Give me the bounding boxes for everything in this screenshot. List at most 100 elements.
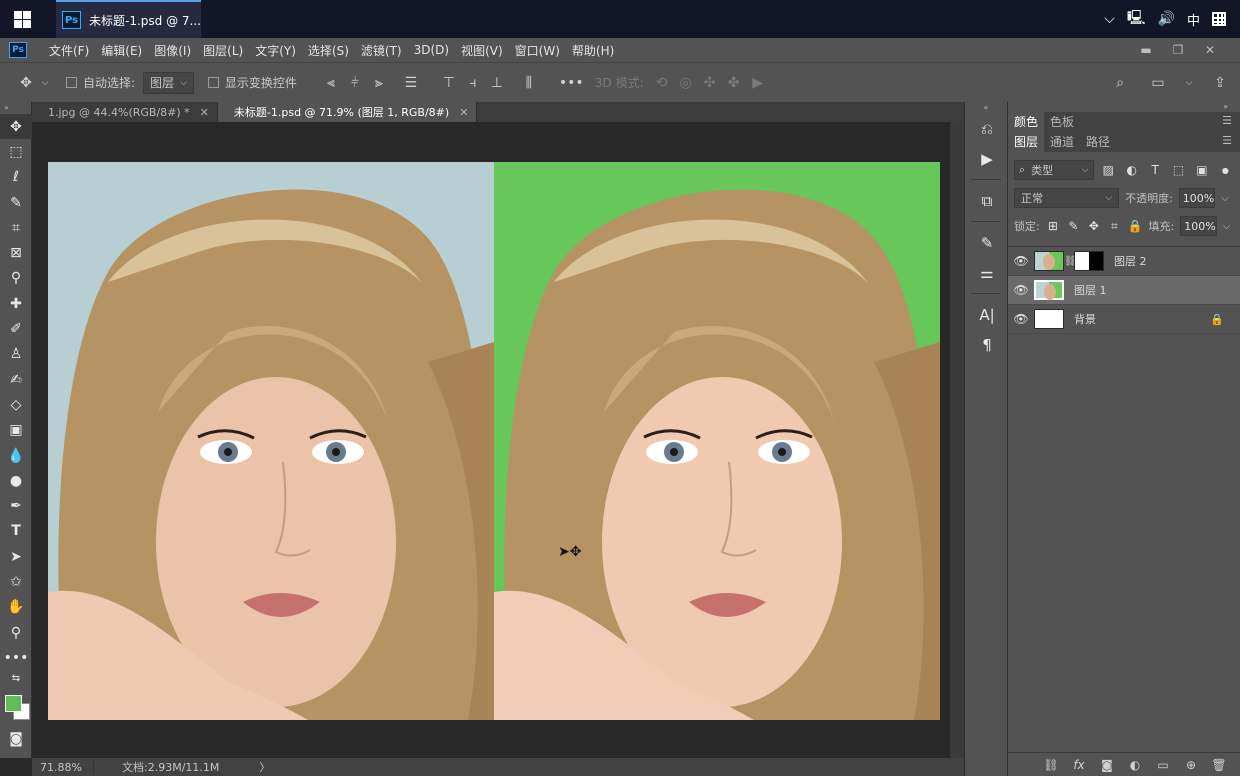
workspace-icon[interactable]: ▭ (1146, 75, 1170, 91)
quick-mask-icon[interactable]: ◙ (0, 727, 32, 752)
visibility-eye-icon[interactable]: 👁 (1008, 312, 1034, 326)
delete-layer-icon[interactable]: 🗑 (1210, 758, 1228, 772)
actions-panel-icon[interactable]: ▶ (965, 144, 1009, 174)
layer-row-layer1[interactable]: 👁 图层 1 (1008, 276, 1240, 305)
swap-colors-icon[interactable]: ⇆ (0, 671, 32, 687)
3d-scale-icon[interactable]: ▶ (746, 75, 770, 91)
taskbar-app-photoshop[interactable]: Ps 未标题-1.psd @ 7... (56, 0, 201, 38)
zoom-tool-icon[interactable]: ⚲ (0, 620, 32, 645)
show-transform-checkbox[interactable] (207, 77, 219, 88)
link-layers-icon[interactable]: ⛓ (1042, 758, 1060, 772)
menu-window[interactable]: 窗口(W) (509, 42, 566, 59)
eyedropper-tool-icon[interactable]: ⚲ (0, 266, 32, 291)
lock-all-icon[interactable]: 🔒 (1128, 219, 1143, 233)
distribute-horizontal-icon[interactable]: ⫼ (517, 75, 541, 91)
layer-kind-filter[interactable]: ⌕ 类型 ⌵ (1014, 160, 1094, 180)
menu-help[interactable]: 帮助(H) (566, 42, 620, 59)
dock-collapse-icon[interactable]: « (965, 102, 1007, 114)
crop-tool-icon[interactable]: ⌗ (0, 215, 32, 240)
layer-row-layer2[interactable]: 👁 ⛓ 图层 2 (1008, 247, 1240, 276)
zoom-level[interactable]: 71.88% (32, 760, 94, 774)
status-chevron-icon[interactable]: 〉 (259, 759, 270, 775)
input-language[interactable]: 中 (1187, 10, 1200, 29)
panels-collapse-icon[interactable]: » (1008, 102, 1240, 112)
lock-transparency-icon[interactable]: ⊞ (1046, 219, 1060, 233)
history-panel-icon[interactable]: ⎌ (965, 114, 1009, 144)
brush-tool-icon[interactable]: ✐ (0, 316, 32, 341)
new-group-icon[interactable]: ▭ (1154, 758, 1172, 772)
stamp-tool-icon[interactable]: ♙ (0, 342, 32, 367)
filter-type-icon[interactable]: T (1146, 163, 1163, 177)
menu-type[interactable]: 文字(Y) (249, 42, 302, 59)
brush-settings-icon[interactable]: ✎ (965, 228, 1009, 258)
3d-orbit-icon[interactable]: ⟲ (650, 75, 674, 91)
move-tool-icon[interactable]: ✥ (0, 114, 32, 140)
new-layer-icon[interactable]: ⊕ (1182, 758, 1200, 772)
document-canvas[interactable]: ➤✥ (48, 162, 940, 720)
frame-tool-icon[interactable]: ⊠ (0, 240, 32, 265)
windows-start-icon[interactable] (14, 11, 31, 28)
opacity-input[interactable]: 100% (1178, 188, 1216, 208)
mask-link-icon[interactable]: ⛓ (1064, 256, 1077, 267)
fill-input[interactable]: 100% (1180, 216, 1217, 236)
filter-pixel-icon[interactable]: ▨ (1100, 163, 1117, 177)
menu-view[interactable]: 视图(V) (455, 42, 509, 59)
layer-style-icon[interactable]: fx (1070, 758, 1088, 772)
tab-close-icon[interactable]: ✕ (200, 106, 209, 119)
auto-select-checkbox[interactable] (66, 77, 77, 88)
tab-1jpg[interactable]: 1.jpg @ 44.4%(RGB/8#) * ✕ (32, 102, 218, 122)
eraser-tool-icon[interactable]: ◇ (0, 392, 32, 417)
distribute-vertical-icon[interactable]: ☰ (399, 75, 423, 91)
tab-layers[interactable]: 图层 (1008, 132, 1045, 152)
visibility-eye-icon[interactable]: 👁 (1008, 283, 1034, 297)
tab-color[interactable]: 颜色 (1008, 112, 1045, 132)
menu-select[interactable]: 选择(S) (302, 42, 355, 59)
adjustments-icon[interactable]: ⚌ (965, 258, 1009, 288)
opacity-chevron-icon[interactable]: ⌵ (1221, 193, 1234, 204)
layer-row-background[interactable]: 👁 背景 🔒 (1008, 305, 1240, 334)
align-bottom-icon[interactable]: ⊥ (485, 75, 509, 91)
3d-drag-icon[interactable]: ✣ (698, 75, 722, 91)
preset-chevron-icon[interactable]: ⌵ (38, 78, 52, 88)
layer-mask-thumbnail[interactable] (1074, 251, 1104, 271)
align-hcenter-icon[interactable]: ⫩ (343, 75, 367, 91)
dodge-tool-icon[interactable]: ● (0, 468, 32, 493)
foreground-color-swatch[interactable] (5, 694, 22, 712)
history-brush-tool-icon[interactable]: ✍ (0, 367, 32, 392)
shape-tool-icon[interactable]: ✩ (0, 569, 32, 594)
align-left-icon[interactable]: ⫷ (319, 75, 343, 91)
menu-3d[interactable]: 3D(D) (408, 43, 455, 57)
add-mask-icon[interactable]: ◙ (1098, 758, 1116, 772)
filter-toggle-icon[interactable]: ● (1217, 166, 1234, 175)
align-right-icon[interactable]: ⫸ (367, 75, 391, 91)
volume-icon[interactable]: 🔊 (1158, 11, 1175, 27)
new-adjustment-layer-icon[interactable]: ◐ (1126, 758, 1144, 772)
lock-pixels-icon[interactable]: ✎ (1066, 219, 1080, 233)
fill-chevron-icon[interactable]: ⌵ (1223, 221, 1234, 232)
character-panel-icon[interactable]: A| (965, 300, 1009, 330)
tab-channels[interactable]: 通道 (1044, 132, 1080, 152)
paragraph-panel-icon[interactable]: ¶ (965, 330, 1009, 360)
close-icon[interactable]: ✕ (1194, 43, 1226, 57)
gradient-tool-icon[interactable]: ▣ (0, 418, 32, 443)
pen-tool-icon[interactable]: ✒ (0, 493, 32, 518)
auto-select-target-dropdown[interactable]: 图层 ⌵ (143, 71, 194, 94)
share-icon[interactable]: ⇪ (1208, 75, 1232, 91)
quick-select-tool-icon[interactable]: ✎ (0, 190, 32, 215)
3d-slide-icon[interactable]: ✤ (722, 75, 746, 91)
panel-menu-icon[interactable]: ☰ (1222, 134, 1232, 147)
filter-smart-icon[interactable]: ▣ (1193, 163, 1210, 177)
tools-collapse-icon[interactable]: » (0, 102, 31, 114)
align-vcenter-icon[interactable]: ⫞ (461, 75, 485, 91)
lock-artboard-icon[interactable]: ⌗ (1107, 219, 1121, 234)
input-mode-icon[interactable] (1212, 12, 1226, 26)
3d-roll-icon[interactable]: ◎ (674, 75, 698, 91)
vertical-scrollbar[interactable] (950, 122, 964, 758)
hand-tool-icon[interactable]: ✋ (0, 595, 32, 620)
type-tool-icon[interactable]: T (0, 519, 32, 544)
visibility-eye-icon[interactable]: 👁 (1008, 254, 1034, 268)
3d-panel-icon[interactable]: ⧉ (965, 186, 1009, 216)
menu-edit[interactable]: 编辑(E) (95, 42, 148, 59)
lasso-tool-icon[interactable]: ℓ (0, 165, 32, 190)
edit-toolbar-icon[interactable]: ••• (0, 645, 32, 670)
